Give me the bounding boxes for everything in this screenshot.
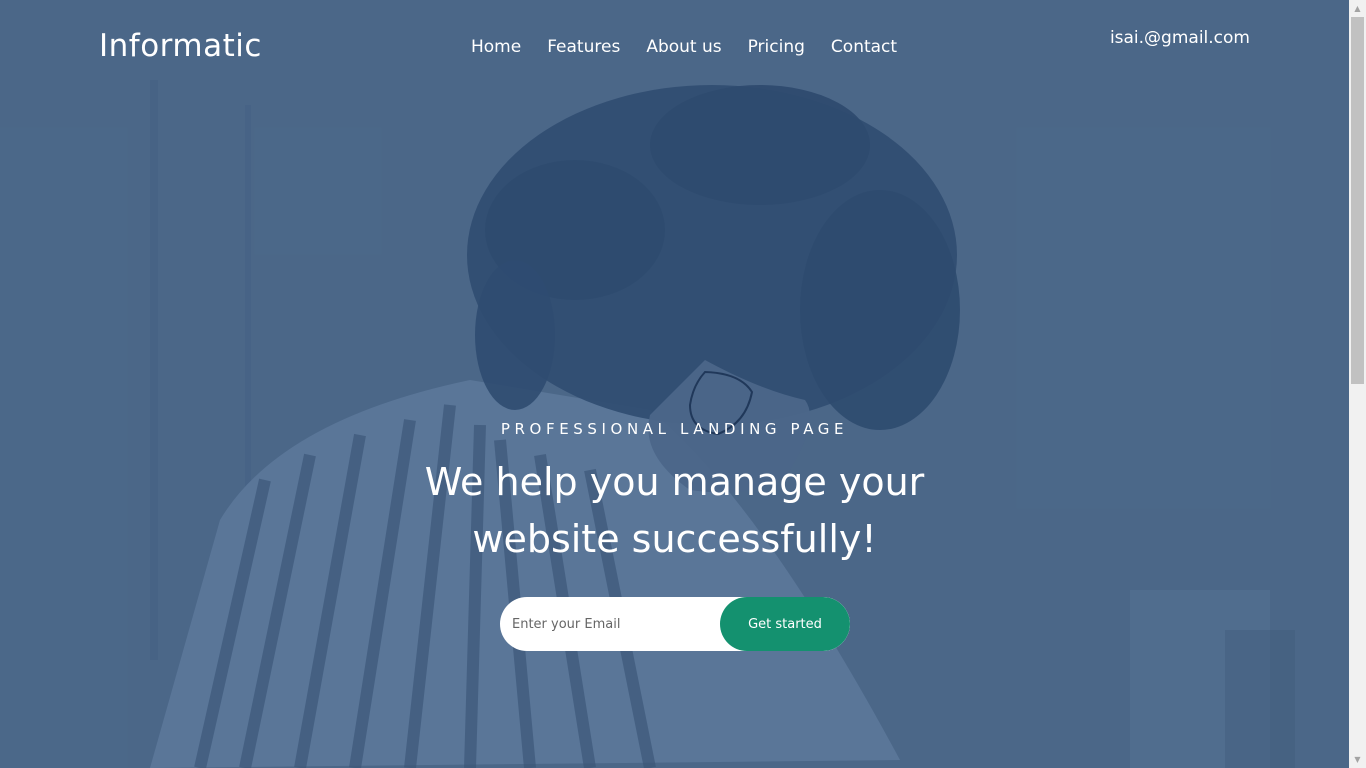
hero-eyebrow: PROFESSIONAL LANDING PAGE (500, 420, 849, 438)
main-nav: Home Features About us Pricing Contact (471, 37, 897, 57)
vertical-scrollbar[interactable]: ▲ ▼ (1349, 0, 1366, 768)
hero-headline: We help you manage your website successf… (424, 460, 925, 561)
hero-content: PROFESSIONAL LANDING PAGE We help you ma… (0, 420, 1349, 568)
email-signup-form: Get started (500, 597, 850, 651)
nav-features[interactable]: Features (547, 37, 620, 57)
nav-about-us[interactable]: About us (646, 37, 721, 57)
scroll-up-icon[interactable]: ▲ (1349, 0, 1366, 17)
hero-overlay (0, 0, 1349, 768)
scroll-thumb[interactable] (1351, 17, 1364, 384)
get-started-button[interactable]: Get started (720, 597, 850, 651)
scroll-down-icon[interactable]: ▼ (1349, 751, 1366, 768)
email-input[interactable] (500, 597, 720, 651)
brand-logo: Informatic (99, 28, 262, 64)
nav-home[interactable]: Home (471, 37, 521, 57)
nav-contact[interactable]: Contact (831, 37, 897, 57)
hero-section: Informatic Home Features About us Pricin… (0, 0, 1349, 768)
nav-pricing[interactable]: Pricing (748, 37, 805, 57)
header-email: isai.@gmail.com (1109, 28, 1250, 48)
